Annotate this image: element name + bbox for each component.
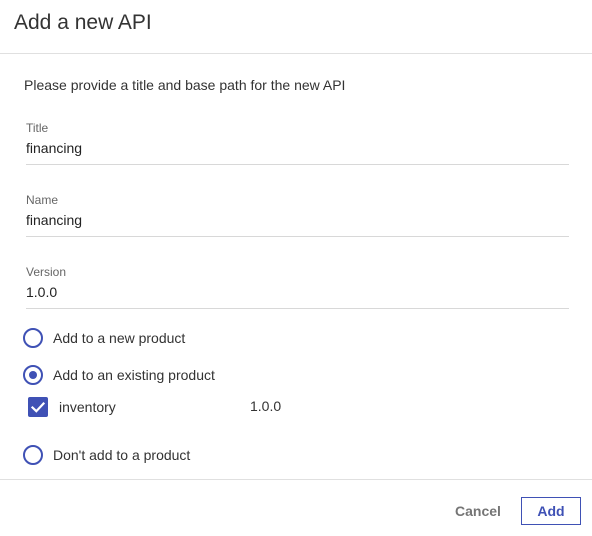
name-input[interactable]: [26, 209, 569, 231]
version-field-label: Version: [26, 265, 67, 279]
version-input[interactable]: [26, 281, 569, 303]
product-version: 1.0.0: [250, 398, 282, 414]
cancel-button[interactable]: Cancel: [445, 498, 511, 524]
version-field: Version: [26, 265, 569, 309]
title-field-label: Title: [26, 121, 49, 135]
radio-add-new-product[interactable]: Add to a new product: [23, 327, 185, 349]
name-field-label: Name: [26, 193, 59, 207]
radio-add-new-product-circle[interactable]: [23, 328, 43, 348]
radio-no-product-label: Don't add to a product: [53, 447, 191, 463]
product-name: inventory: [59, 399, 116, 415]
radio-add-existing-product-label: Add to an existing product: [53, 367, 215, 383]
existing-product-row: inventory 1.0.0: [28, 397, 328, 417]
dialog-intro-text: Please provide a title and base path for…: [24, 77, 346, 93]
name-field: Name: [26, 193, 569, 237]
title-input[interactable]: [26, 137, 569, 159]
title-field: Title: [26, 121, 569, 165]
add-button[interactable]: Add: [521, 497, 581, 525]
radio-no-product-circle[interactable]: [23, 445, 43, 465]
product-checkbox[interactable]: [28, 397, 48, 417]
radio-no-product[interactable]: Don't add to a product: [23, 444, 190, 466]
dialog-footer: Cancel Add: [0, 479, 592, 536]
radio-add-existing-product[interactable]: Add to an existing product: [23, 364, 215, 386]
add-api-dialog: Add a new API Please provide a title and…: [0, 0, 592, 536]
dialog-title: Add a new API: [14, 11, 152, 34]
check-icon: [30, 401, 46, 413]
dialog-header: Add a new API: [0, 0, 592, 54]
radio-add-new-product-label: Add to a new product: [53, 330, 186, 346]
radio-add-existing-product-circle[interactable]: [23, 365, 43, 385]
